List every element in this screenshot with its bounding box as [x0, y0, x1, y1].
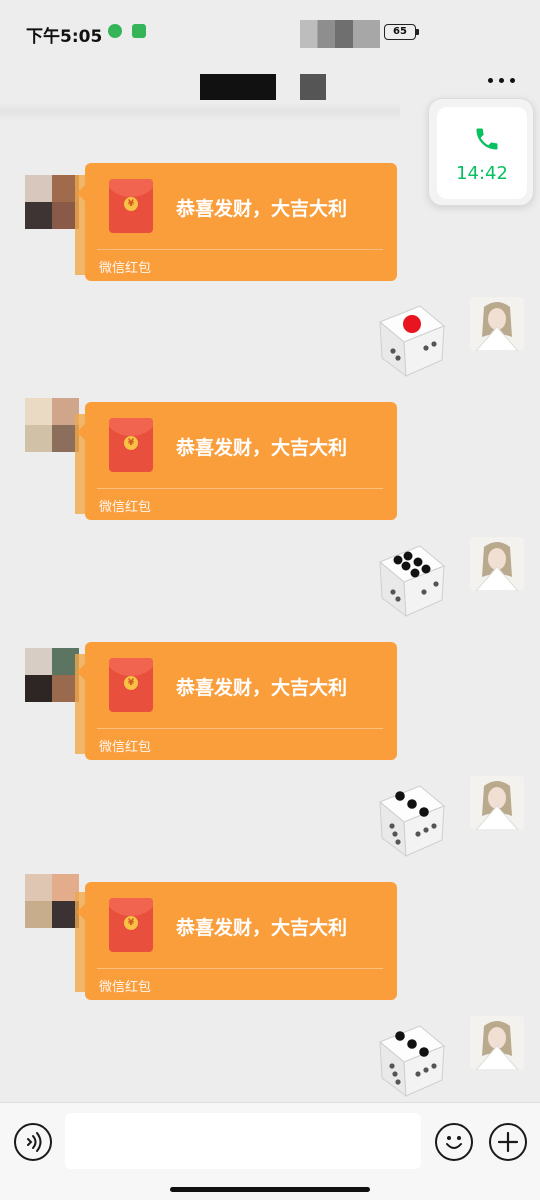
avatar[interactable]	[25, 398, 79, 452]
red-packet-label: 微信红包	[99, 740, 152, 755]
red-packet-title: 恭喜发财，大吉大利	[176, 917, 348, 939]
red-packet-message[interactable]: ¥ 恭喜发财，大吉大利 微信红包	[77, 402, 397, 520]
phone-icon	[476, 128, 498, 150]
divider	[97, 968, 383, 969]
my-avatar[interactable]	[470, 537, 524, 591]
signal-area-censored	[300, 20, 380, 48]
chat-title-censored	[200, 74, 276, 100]
red-envelope-icon: ¥	[109, 658, 153, 712]
divider	[97, 488, 383, 489]
dice-sticker[interactable]	[368, 776, 452, 860]
red-packet-title: 恭喜发财，大吉大利	[176, 437, 348, 459]
header-blur	[0, 102, 400, 122]
message-input[interactable]	[65, 1113, 421, 1169]
red-envelope-icon: ¥	[109, 898, 153, 952]
app-notification-icon	[108, 24, 122, 38]
divider	[97, 728, 383, 729]
red-packet-title: 恭喜发财，大吉大利	[176, 677, 348, 699]
avatar[interactable]	[25, 648, 79, 702]
voice-button[interactable]	[14, 1123, 52, 1161]
app-notification-icon	[132, 24, 146, 38]
dice-sticker[interactable]	[368, 296, 452, 380]
call-duration: 14:42	[456, 163, 508, 184]
voice-icon	[27, 1132, 42, 1152]
red-packet-message[interactable]: ¥ 恭喜发财，大吉大利 微信红包	[77, 642, 397, 760]
chat-title-censored	[300, 74, 326, 100]
avatar[interactable]	[25, 175, 79, 229]
input-toolbar	[0, 1102, 540, 1200]
avatar[interactable]	[25, 874, 79, 928]
red-packet-message[interactable]: ¥ 恭喜发财，大吉大利 微信红包	[77, 882, 397, 1000]
my-avatar[interactable]	[470, 1016, 524, 1070]
dice-sticker[interactable]	[368, 536, 452, 620]
red-packet-title: 恭喜发财，大吉大利	[176, 198, 348, 220]
plus-button[interactable]	[489, 1123, 527, 1161]
more-icon[interactable]	[488, 78, 516, 84]
my-avatar[interactable]	[470, 776, 524, 830]
emoji-button[interactable]	[435, 1123, 473, 1161]
emoji-icon	[446, 1136, 462, 1149]
red-packet-message[interactable]: ¥ 恭喜发财，大吉大利 微信红包	[77, 163, 397, 281]
red-envelope-icon: ¥	[109, 179, 153, 233]
red-packet-label: 微信红包	[99, 500, 152, 515]
battery-tip	[416, 29, 419, 35]
status-time: 下午5:05	[26, 27, 103, 47]
red-packet-label: 微信红包	[99, 980, 152, 995]
red-envelope-icon: ¥	[109, 418, 153, 472]
plus-icon	[497, 1131, 519, 1153]
home-indicator[interactable]	[170, 1187, 370, 1192]
red-packet-label: 微信红包	[99, 261, 152, 276]
battery-icon: 65	[384, 24, 416, 40]
divider	[97, 249, 383, 250]
dice-sticker[interactable]	[368, 1016, 452, 1100]
my-avatar[interactable]	[470, 297, 524, 351]
call-floating-widget[interactable]: 14:42	[428, 98, 534, 206]
